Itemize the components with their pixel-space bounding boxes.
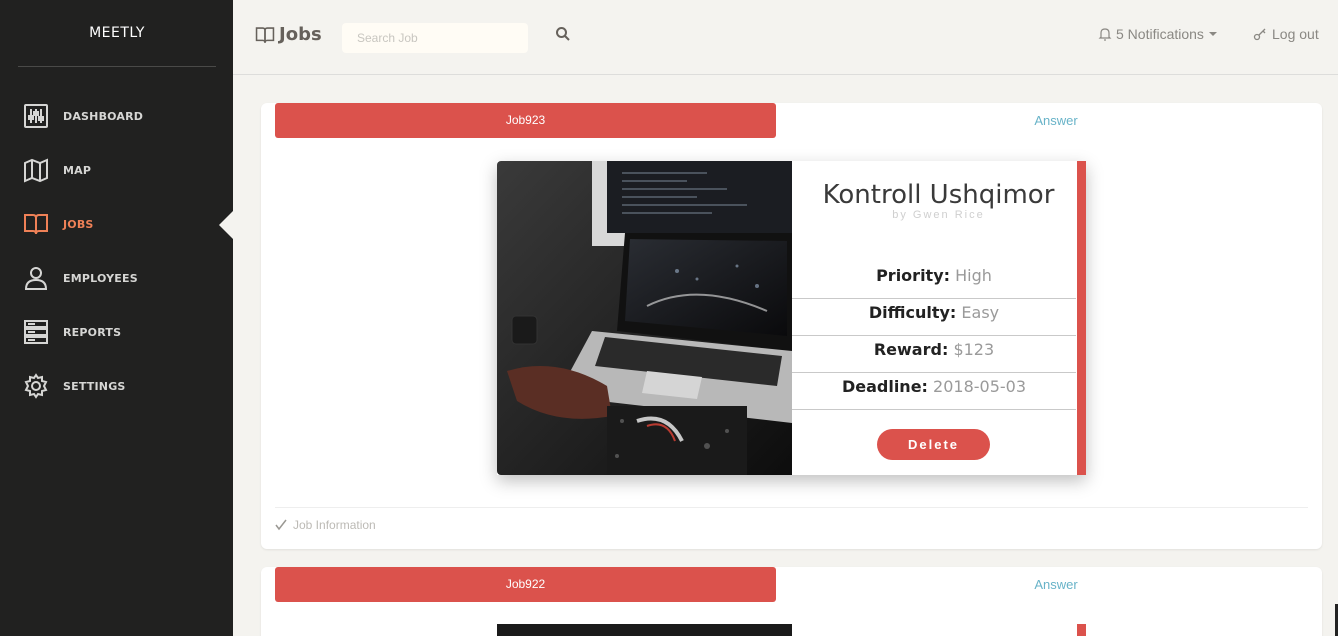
sidebar-item-label: SETTINGS — [63, 379, 126, 393]
reward-label: Reward: — [873, 340, 949, 359]
job-tab[interactable]: Job922 — [275, 567, 776, 602]
difficulty-value: Easy — [961, 303, 1000, 322]
reward-value: $123 — [953, 340, 995, 359]
job-detail-panel: Kontroll Ushqimor by Gwen Rice Priority:… — [497, 161, 1086, 475]
priority-row: Priority: High — [792, 262, 1076, 299]
logout-label: Log out — [1272, 26, 1319, 42]
gear-icon — [22, 372, 50, 400]
job-image — [497, 161, 792, 475]
sidebar-item-jobs[interactable]: JOBS — [22, 209, 222, 239]
brand-logo[interactable]: MEETLY — [18, 0, 216, 67]
sidebar-item-map[interactable]: MAP — [22, 155, 222, 185]
sidebar-item-label: DASHBOARD — [63, 109, 144, 123]
sidebar-item-reports[interactable]: REPORTS — [22, 317, 222, 347]
answer-tab[interactable]: Answer — [776, 103, 1336, 138]
server-icon — [22, 318, 50, 346]
user-icon — [22, 264, 50, 292]
difficulty-row: Difficulty: Easy — [792, 299, 1076, 336]
sidebar-item-settings[interactable]: SETTINGS — [22, 371, 222, 401]
job-card: Job922 Answer — [261, 567, 1322, 636]
difficulty-label: Difficulty: — [868, 303, 957, 322]
notifications-label: 5 Notifications — [1116, 26, 1204, 42]
job-author: by Gwen Rice — [892, 209, 985, 221]
top-navbar: Jobs 5 Notifications Log out — [233, 0, 1338, 75]
search-icon[interactable] — [555, 26, 571, 42]
deadline-label: Deadline: — [841, 377, 928, 396]
book-icon — [22, 210, 50, 238]
key-icon — [1253, 28, 1266, 41]
deadline-value: 2018-05-03 — [933, 377, 1027, 396]
map-icon — [22, 156, 50, 184]
search-input[interactable] — [342, 23, 528, 53]
answer-tab[interactable]: Answer — [776, 567, 1336, 602]
sidebar: MEETLY DASHBOARD MAP JOBS EMPLOYEES REPO… — [0, 0, 234, 636]
check-icon — [275, 519, 287, 531]
sidebar-item-label: REPORTS — [63, 325, 122, 339]
delete-button[interactable]: Delete — [877, 429, 990, 460]
book-icon — [255, 26, 275, 43]
bell-icon — [1098, 28, 1112, 41]
job-card: Job923 Answer Kontroll Ushqimor by Gwen … — [261, 103, 1322, 549]
job-image — [497, 624, 792, 636]
dashboard-sliders-icon — [22, 102, 50, 130]
deadline-row: Deadline: 2018-05-03 — [792, 373, 1076, 410]
page-title-text: Jobs — [279, 24, 322, 45]
priority-value: High — [955, 266, 992, 285]
job-tab[interactable]: Job923 — [275, 103, 776, 138]
caret-down-icon — [1208, 32, 1217, 36]
notifications-dropdown[interactable]: 5 Notifications — [1098, 26, 1217, 42]
sidebar-item-label: MAP — [63, 163, 92, 177]
accent-bar — [1077, 624, 1086, 636]
sidebar-item-employees[interactable]: EMPLOYEES — [22, 263, 222, 293]
active-indicator — [219, 210, 234, 240]
reward-row: Reward: $123 — [792, 336, 1076, 373]
page-title: Jobs — [255, 24, 322, 45]
sidebar-item-dashboard[interactable]: DASHBOARD — [22, 101, 222, 131]
sidebar-item-label: JOBS — [63, 217, 94, 231]
card-footer: Job Information — [275, 507, 1308, 532]
accent-bar — [1077, 161, 1086, 475]
job-information-label: Job Information — [293, 518, 376, 532]
logout-link[interactable]: Log out — [1253, 26, 1319, 42]
job-title: Kontroll Ushqimor — [822, 180, 1055, 210]
job-info: Kontroll Ushqimor by Gwen Rice Priority:… — [792, 161, 1077, 475]
priority-label: Priority: — [876, 266, 951, 285]
sidebar-item-label: EMPLOYEES — [63, 271, 138, 285]
